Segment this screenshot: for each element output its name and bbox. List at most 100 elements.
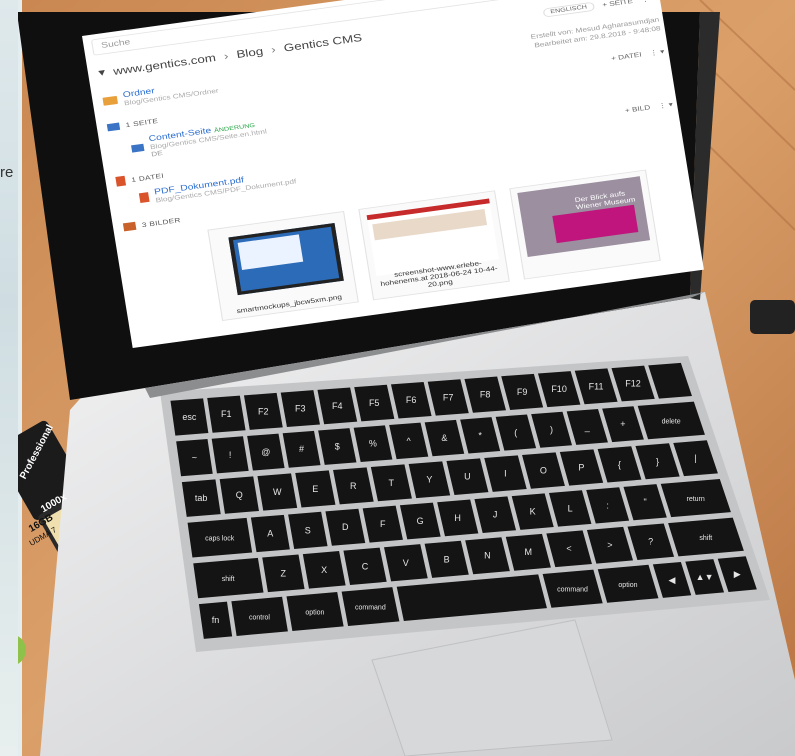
keyboard-key-label: $	[335, 441, 340, 451]
chevron-right-icon: ›	[270, 42, 277, 56]
page-toolbar: ENGLISCH + SEITE ⋮ ▾	[542, 0, 657, 18]
breadcrumb-item-cms[interactable]: Gentics CMS	[283, 31, 363, 54]
keyboard-key-label: option	[618, 582, 637, 589]
keyboard-key-label: %	[369, 439, 377, 449]
keyboard-key-label: F8	[480, 390, 491, 400]
keyboard-key-label: F3	[295, 404, 306, 414]
keyboard-key-label: L	[568, 503, 573, 513]
keyboard-key-label: |	[694, 453, 696, 463]
chevron-down-icon[interactable]: ▾	[97, 66, 106, 80]
keyboard-key-label: D	[342, 522, 349, 532]
keyboard-key-label: F9	[517, 387, 528, 397]
keyboard-key-label: #	[299, 444, 304, 454]
keyboard-key-label: V	[403, 558, 409, 568]
keyboard-key-label: *	[478, 430, 482, 440]
language-button[interactable]: ENGLISCH	[542, 1, 595, 18]
page-icon	[131, 143, 145, 153]
keyboard-key-label: ◀	[669, 575, 676, 585]
more-menu-icon[interactable]: ⋮ ▾	[658, 101, 674, 110]
keyboard-key-label: T	[389, 478, 395, 488]
image-icon	[122, 221, 137, 232]
pdf-file-icon	[138, 192, 150, 203]
keyboard-key-label: F6	[406, 395, 417, 405]
keyboard-key-label: ▶	[734, 569, 741, 579]
keyboard-key	[396, 574, 547, 621]
keyboard-key-label: ▲▼	[696, 572, 714, 582]
keyboard-key-label: U	[464, 472, 471, 482]
keyboard-key-label: A	[267, 528, 273, 538]
keyboard-key-label: _	[584, 422, 591, 432]
keyboard-key-label: F10	[551, 384, 567, 394]
keyboard-key-label: @	[261, 447, 270, 457]
keyboard-key-label: F11	[589, 381, 604, 391]
left-poster-strip	[0, 0, 18, 756]
keyboard-key-label: Z	[281, 568, 287, 578]
keyboard-key-label: F2	[258, 406, 269, 416]
keyboard-key-label: F4	[332, 401, 343, 411]
keyboard-key-label: command	[557, 587, 588, 594]
file-icon	[115, 175, 127, 187]
keyboard-key-label: F1	[221, 409, 232, 419]
keyboard-key-label: shift	[699, 535, 712, 542]
breadcrumb-item-site[interactable]: www.gentics.com	[112, 51, 216, 77]
breadcrumb-item-blog[interactable]: Blog	[235, 44, 264, 60]
keyboard-key-label: X	[321, 565, 327, 575]
keyboard-key-label: command	[355, 605, 386, 612]
keyboard-key-label: &	[441, 433, 447, 443]
keyboard-key-label: F12	[625, 379, 641, 389]
keyboard-key-label: W	[273, 487, 282, 497]
pages-section-tools: + DATEI ⋮ ▾	[611, 48, 665, 62]
image-thumbnail[interactable]: Der Blick aufs Wiener Museum	[509, 169, 661, 280]
keyboard-key-label: :	[606, 500, 609, 510]
keyboard-key	[648, 362, 692, 399]
keyboard-key-label: }	[656, 456, 659, 466]
keyboard-key-label: B	[444, 554, 450, 564]
keyboard-key-label: S	[305, 525, 311, 535]
folder-meta: Erstellt von: Mesud Agharasumdjan Bearbe…	[530, 16, 661, 50]
more-menu-icon[interactable]: ⋮ ▾	[640, 0, 656, 3]
keyboard-key-label: O	[540, 465, 547, 475]
keyboard-key-label: fn	[212, 615, 220, 625]
keyboard-key-label: "	[643, 497, 646, 507]
more-menu-icon[interactable]: ⋮ ▾	[649, 48, 665, 57]
keyboard-key-label: ~	[192, 453, 197, 463]
keyboard-key-label: esc	[182, 412, 197, 422]
keyboard-key-label: N	[484, 551, 491, 561]
keyboard-key-label: E	[312, 484, 318, 494]
add-page-button[interactable]: + SEITE	[602, 0, 634, 9]
keyboard-key-label: (	[514, 428, 517, 438]
keyboard-key-label: I	[504, 469, 507, 479]
keyboard-key-label: shift	[222, 576, 235, 583]
keyboard-key-label: Y	[426, 475, 432, 485]
keyboard-key-label: option	[305, 609, 324, 616]
pages-section-label: 1 SEITE	[125, 117, 159, 129]
keyboard-key-label: K	[530, 507, 536, 517]
keyboard-key-label: delete	[662, 418, 681, 425]
keyboard-key-label: tab	[195, 493, 208, 503]
keyboard-key-label: H	[454, 513, 461, 523]
keyboard-key-label: {	[618, 459, 621, 469]
add-file-button[interactable]: + DATEI	[611, 51, 643, 62]
cropped-edge-text: re	[0, 164, 14, 181]
folder-icon	[102, 95, 119, 106]
keyboard-key-label: return	[686, 496, 704, 503]
image-caption: smartmockups_jbcw5xm.png	[236, 293, 343, 315]
keyboard-key-label: <	[566, 544, 571, 554]
image-thumbnail[interactable]: smartmockups_jbcw5xm.png	[207, 211, 359, 321]
keyboard-key-label: Q	[236, 490, 243, 500]
keyboard-key-label: F5	[369, 398, 380, 408]
keyboard-key-label: R	[350, 481, 357, 491]
keyboard-key-label: )	[550, 425, 553, 435]
keyboard-key-label: C	[362, 561, 369, 571]
keyboard-key-label: ?	[648, 537, 653, 547]
keyboard-key-label: G	[417, 516, 424, 526]
keyboard-key-label: +	[620, 419, 625, 429]
image-thumbnail[interactable]: screenshot-www.erlebe-hohenems.at 2018-0…	[358, 190, 510, 301]
keyboard-key-label: J	[493, 510, 498, 520]
images-section-label: 3 BILDER	[141, 215, 182, 229]
chevron-right-icon: ›	[222, 49, 230, 62]
keyboard-key-label: caps lock	[205, 536, 235, 543]
keyboard-key-label: >	[607, 540, 612, 550]
photo-scene: esc F1 F2 F3 F4 F5 F6 F7 F8 F9 F10 F11 F12 ~! @ # $% ^ & *(…	[0, 0, 795, 756]
keyboard-key-label: control	[249, 614, 270, 621]
